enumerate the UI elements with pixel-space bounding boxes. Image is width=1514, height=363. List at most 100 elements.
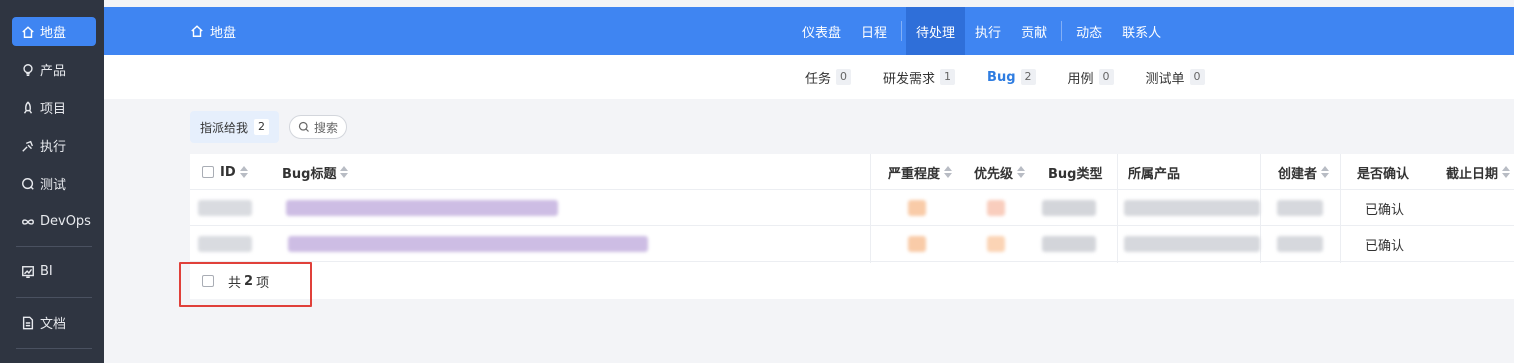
search-button[interactable]: 搜索	[289, 115, 348, 139]
redacted-type	[1042, 200, 1096, 216]
sub-nav: 任务 0 研发需求 1 Bug 2 用例 0 测试单 0	[104, 55, 1514, 99]
sidebar-item-doc[interactable]: 文档	[12, 308, 96, 337]
sidebar-item-label: 执行	[40, 140, 67, 155]
filter-count: 2	[254, 119, 270, 135]
nav-execution[interactable]: 执行	[965, 7, 1011, 55]
sidebar-divider	[16, 348, 92, 349]
breadcrumb[interactable]: 地盘	[190, 7, 236, 55]
table-header: ID Bug标题 严重程度 优先级 Bug类型 所属产品 创建者 是否确认 截止…	[190, 154, 1514, 190]
sidebar-item-label: DevOps	[40, 214, 91, 229]
nav-separator	[901, 21, 903, 41]
redacted-id	[198, 236, 252, 252]
sort-icon[interactable]	[944, 166, 953, 178]
top-bar: 地盘 仪表盘 日程 待处理 执行 贡献 动态 联系人	[104, 7, 1514, 55]
header-label: Bug标题	[282, 166, 337, 182]
sidebar-divider	[16, 297, 92, 298]
highlight-box	[179, 262, 312, 307]
severity-badge	[908, 200, 926, 216]
sort-icon[interactable]	[1017, 166, 1026, 178]
header-product[interactable]: 所属产品	[1128, 154, 1180, 190]
nav-calendar[interactable]: 日程	[851, 7, 897, 55]
tab-count: 1	[940, 69, 956, 85]
redacted-product	[1124, 200, 1260, 216]
test-icon	[20, 176, 36, 192]
doc-icon	[20, 315, 36, 331]
nav-separator	[1061, 21, 1063, 41]
bulb-icon	[20, 62, 36, 78]
nav-dashboard[interactable]: 仪表盘	[792, 7, 851, 55]
tab-label: 用例	[1067, 71, 1094, 87]
redacted-creator	[1277, 236, 1323, 252]
confirmed-status: 已确认	[1365, 238, 1405, 254]
sidebar-item-project[interactable]: 项目	[12, 93, 96, 122]
sort-icon[interactable]	[340, 166, 349, 178]
sort-icon[interactable]	[1321, 166, 1330, 178]
search-label: 搜索	[314, 120, 339, 135]
sidebar-divider	[16, 246, 92, 247]
top-nav: 仪表盘 日程 待处理 执行 贡献 动态 联系人	[792, 7, 1171, 55]
sidebar-item-bi[interactable]: BI	[12, 257, 96, 286]
table-row[interactable]: 已确认	[190, 190, 1514, 226]
header-deadline[interactable]: 截止日期	[1446, 154, 1511, 190]
sidebar-item-execution[interactable]: 执行	[12, 131, 96, 160]
breadcrumb-label: 地盘	[210, 25, 237, 41]
tab-task[interactable]: 任务 0	[805, 68, 852, 87]
bug-table: ID Bug标题 严重程度 优先级 Bug类型 所属产品 创建者 是否确认 截止…	[190, 154, 1514, 299]
sidebar-item-label: 地盘	[40, 26, 67, 41]
redacted-type	[1042, 236, 1096, 252]
severity-badge	[908, 236, 926, 252]
tab-count: 2	[1020, 69, 1036, 85]
sidebar: 地盘 产品 项目 执行 测试 DevOps BI 文档	[0, 0, 104, 363]
chart-icon	[20, 264, 36, 280]
tab-count: 0	[1098, 69, 1114, 85]
priority-badge	[987, 236, 1005, 252]
tab-label: 测试单	[1145, 71, 1185, 87]
priority-badge	[987, 200, 1005, 216]
header-type[interactable]: Bug类型	[1048, 154, 1102, 190]
sidebar-item-devops[interactable]: DevOps	[12, 207, 96, 236]
tab-testcase[interactable]: 用例 0	[1068, 68, 1114, 87]
search-icon	[298, 121, 309, 132]
header-title[interactable]: Bug标题	[282, 154, 349, 190]
home-icon	[191, 25, 203, 37]
nav-dynamic[interactable]: 动态	[1066, 7, 1112, 55]
sidebar-item-home[interactable]: 地盘	[12, 17, 96, 46]
tab-testtask[interactable]: 测试单 0	[1146, 68, 1205, 87]
header-id[interactable]: ID	[202, 154, 248, 190]
tab-bug[interactable]: Bug 2	[987, 69, 1036, 85]
confirmed-status: 已确认	[1365, 202, 1405, 218]
sidebar-item-product[interactable]: 产品	[12, 55, 96, 84]
tab-count: 0	[836, 69, 852, 85]
sort-icon[interactable]	[1502, 166, 1511, 178]
tab-label: 任务	[805, 71, 832, 87]
header-label: 优先级	[974, 166, 1014, 182]
sidebar-item-test[interactable]: 测试	[12, 169, 96, 198]
header-label: ID	[220, 164, 236, 180]
sort-icon[interactable]	[239, 166, 248, 178]
header-creator[interactable]: 创建者	[1278, 154, 1330, 190]
infinity-icon	[20, 214, 36, 230]
tab-label: Bug	[987, 69, 1016, 85]
run-icon	[20, 138, 36, 154]
sidebar-item-label: 文档	[40, 317, 67, 332]
rocket-icon	[20, 100, 36, 116]
header-label: 严重程度	[888, 166, 941, 182]
nav-todo[interactable]: 待处理	[906, 7, 966, 55]
nav-contacts[interactable]: 联系人	[1112, 7, 1171, 55]
header-confirmed[interactable]: 是否确认	[1357, 154, 1409, 190]
redacted-product	[1124, 236, 1260, 252]
assigned-to-me-filter[interactable]: 指派给我 2	[190, 111, 280, 143]
nav-contribution[interactable]: 贡献	[1011, 7, 1057, 55]
header-priority[interactable]: 优先级	[974, 154, 1026, 190]
tab-count: 0	[1189, 69, 1205, 85]
table-row[interactable]: 已确认	[190, 226, 1514, 262]
select-all-checkbox[interactable]	[202, 166, 214, 178]
header-severity[interactable]: 严重程度	[888, 154, 953, 190]
redacted-id	[198, 200, 252, 216]
tab-requirement[interactable]: 研发需求 1	[883, 68, 956, 87]
redacted-title[interactable]	[286, 200, 558, 216]
tab-label: 研发需求	[883, 71, 936, 87]
redacted-title[interactable]	[288, 236, 648, 252]
sidebar-item-label: 项目	[40, 102, 67, 117]
header-label: 创建者	[1278, 166, 1318, 182]
